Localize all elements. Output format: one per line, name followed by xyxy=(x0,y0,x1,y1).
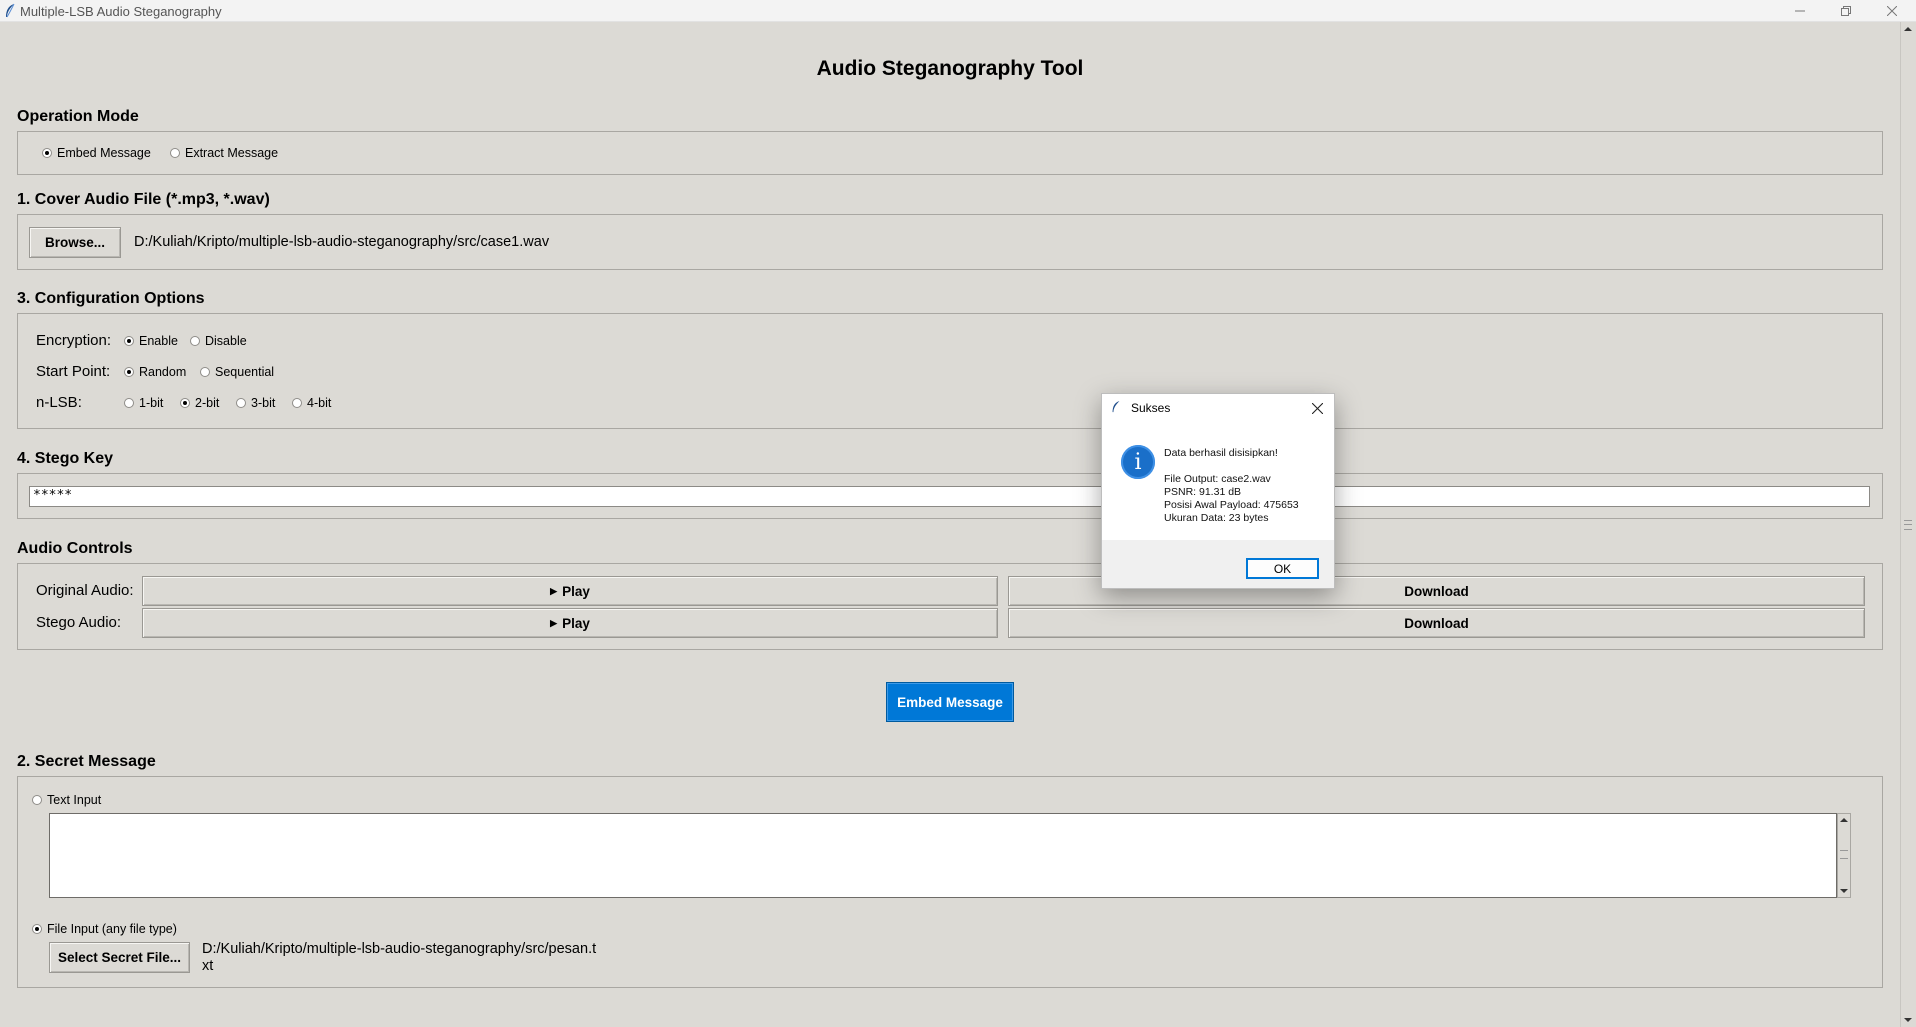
play-icon: ▶ xyxy=(550,585,558,596)
minimize-button[interactable] xyxy=(1777,0,1823,22)
stego-key-title: 4. Stego Key xyxy=(17,450,114,467)
radio-indicator xyxy=(124,367,134,377)
radio-indicator xyxy=(292,398,302,408)
dialog-line: Ukuran Data: 23 bytes xyxy=(1164,512,1269,524)
play-icon: ▶ xyxy=(550,617,558,628)
window-title: Multiple-LSB Audio Steganography xyxy=(20,4,222,19)
dialog-line: PSNR: 91.31 dB xyxy=(1164,486,1242,498)
stego-audio-label: Stego Audio: xyxy=(36,614,122,631)
radio-text-input[interactable]: Text Input xyxy=(32,793,101,807)
play-label: Play xyxy=(562,583,590,599)
dialog-headline: Data berhasil disisipkan! xyxy=(1164,447,1278,459)
radio-indicator xyxy=(170,148,180,158)
restore-button[interactable] xyxy=(1823,0,1869,22)
radio-indicator xyxy=(32,924,42,934)
scroll-down-arrow-icon[interactable] xyxy=(1839,886,1849,896)
cover-audio-title: 1. Cover Audio File (*.mp3, *.wav) xyxy=(17,191,270,208)
secret-file-path: D:/Kuliah/Kripto/multiple-lsb-audio-steg… xyxy=(202,941,596,975)
audio-controls-title: Audio Controls xyxy=(17,540,133,557)
radio-nlsb-2bit[interactable]: 2-bit xyxy=(180,396,219,410)
info-icon: i xyxy=(1121,445,1155,479)
scroll-down-arrow-icon[interactable] xyxy=(1903,1015,1913,1025)
dialog-close-button[interactable] xyxy=(1307,398,1327,418)
play-stego-button[interactable]: ▶ Play xyxy=(142,608,998,638)
radio-nlsb-1bit[interactable]: 1-bit xyxy=(124,396,163,410)
radio-start-random[interactable]: Random xyxy=(124,365,186,379)
radio-label: Sequential xyxy=(215,365,275,379)
radio-label: 3-bit xyxy=(251,396,276,410)
radio-label: 1-bit xyxy=(139,396,164,410)
browse-button[interactable]: Browse... xyxy=(29,227,121,258)
radio-label: Disable xyxy=(205,334,247,348)
config-title: 3. Configuration Options xyxy=(17,290,205,307)
operation-mode-title: Operation Mode xyxy=(17,108,139,125)
feather-icon xyxy=(6,3,15,18)
radio-label: Extract Message xyxy=(185,146,279,160)
dialog-line: Posisi Awal Payload: 475653 xyxy=(1164,499,1299,511)
embed-message-button[interactable]: Embed Message xyxy=(886,682,1014,722)
radio-label: Enable xyxy=(139,334,178,348)
radio-encryption-disable[interactable]: Disable xyxy=(190,334,247,348)
radio-nlsb-3bit[interactable]: 3-bit xyxy=(236,396,275,410)
radio-embed-message[interactable]: Embed Message xyxy=(42,146,151,160)
radio-indicator xyxy=(180,398,190,408)
start-point-label: Start Point: xyxy=(36,363,111,380)
scroll-up-arrow-icon[interactable] xyxy=(1903,24,1913,34)
window-titlebar xyxy=(0,0,1916,22)
operation-mode-frame xyxy=(17,131,1883,175)
secret-text-area[interactable] xyxy=(49,813,1837,898)
scrollbar-grip[interactable] xyxy=(1904,520,1912,530)
radio-indicator xyxy=(32,795,42,805)
select-secret-file-button[interactable]: Select Secret File... xyxy=(49,942,190,973)
radio-nlsb-4bit[interactable]: 4-bit xyxy=(292,396,331,410)
cover-audio-path: D:/Kuliah/Kripto/multiple-lsb-audio-steg… xyxy=(134,234,550,250)
secret-file-path-line: xt xyxy=(202,958,214,974)
scroll-up-arrow-icon[interactable] xyxy=(1839,815,1849,825)
config-frame xyxy=(17,313,1883,429)
radio-indicator xyxy=(190,336,200,346)
radio-label: 4-bit xyxy=(307,396,332,410)
stego-key-input[interactable]: ***** xyxy=(29,486,1870,507)
radio-encryption-enable[interactable]: Enable xyxy=(124,334,178,348)
secret-file-path-line: D:/Kuliah/Kripto/multiple-lsb-audio-steg… xyxy=(202,941,597,957)
radio-start-sequential[interactable]: Sequential xyxy=(200,365,274,379)
download-stego-button[interactable]: Download xyxy=(1008,608,1865,638)
radio-indicator xyxy=(124,398,134,408)
encryption-label: Encryption: xyxy=(36,332,112,349)
dialog-ok-button[interactable]: OK xyxy=(1246,558,1319,579)
original-audio-label: Original Audio: xyxy=(36,582,134,599)
radio-label: File Input (any file type) xyxy=(47,922,177,936)
close-window-button[interactable] xyxy=(1869,0,1915,22)
dialog-line: File Output: case2.wav xyxy=(1164,473,1271,485)
radio-indicator xyxy=(124,336,134,346)
nlsb-label: n-LSB: xyxy=(36,394,82,411)
success-dialog: Sukses i Data berhasil disisipkan! File … xyxy=(1101,393,1335,589)
text-area-scroll-grip[interactable] xyxy=(1840,850,1848,859)
radio-label: Random xyxy=(139,365,187,379)
secret-message-title: 2. Secret Message xyxy=(17,753,156,770)
close-icon xyxy=(1311,402,1323,414)
radio-indicator xyxy=(42,148,52,158)
radio-label: Embed Message xyxy=(57,146,151,160)
radio-extract-message[interactable]: Extract Message xyxy=(170,146,278,160)
close-icon xyxy=(1887,6,1897,16)
minimize-icon xyxy=(1795,10,1805,12)
feather-icon xyxy=(1112,401,1120,413)
dialog-title: Sukses xyxy=(1131,401,1171,415)
play-original-button[interactable]: ▶ Play xyxy=(142,576,998,606)
app-title: Audio Steganography Tool xyxy=(816,57,1084,80)
radio-indicator xyxy=(236,398,246,408)
play-label: Play xyxy=(562,615,590,631)
restore-icon xyxy=(1841,6,1851,16)
radio-label: 2-bit xyxy=(195,396,220,410)
radio-file-input[interactable]: File Input (any file type) xyxy=(32,922,177,936)
radio-indicator xyxy=(200,367,210,377)
radio-label: Text Input xyxy=(47,793,102,807)
